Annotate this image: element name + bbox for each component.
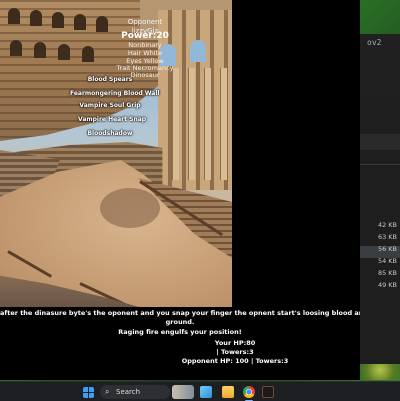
- narration-line: ground.: [165, 318, 195, 326]
- taskbar: ⌕ Search: [0, 381, 400, 401]
- chrome-icon[interactable]: [243, 386, 255, 398]
- ability-fearmongering-blood-wall[interactable]: Fearmongering Blood Wall: [70, 90, 159, 97]
- arena-columns: [170, 68, 232, 180]
- game-icon[interactable]: [262, 386, 274, 398]
- battle-narration: after the dinasure byte's the oponent an…: [0, 309, 360, 337]
- narration-fire-line: Raging fire engulfs your position!: [118, 328, 242, 336]
- arch: [74, 14, 86, 30]
- opponent-stats: Opponent HP: 100 | Towers:3: [181, 357, 289, 365]
- game-window: Opponent lizzyGiz Power:20 Nonbinary Hai…: [0, 0, 360, 380]
- battle-stats: Your HP:80 | Towers:3 Opponent HP: 100 |…: [0, 339, 400, 366]
- arch: [82, 46, 94, 62]
- opponent-attribute: Hair White: [127, 49, 163, 57]
- arch: [58, 44, 70, 60]
- file-size: 54 KB: [377, 257, 397, 265]
- narration-line: after the dinasure byte's the oponent an…: [0, 309, 360, 317]
- arena-floor-shadow: [100, 188, 160, 228]
- opponent-power: Power:20: [121, 31, 169, 41]
- explorer-title-fragment: ov2: [367, 38, 382, 47]
- taskbar-search[interactable]: ⌕ Search: [100, 385, 170, 399]
- ability-bloodshadow[interactable]: Bloodshadow: [80, 130, 140, 137]
- folder-icon[interactable]: [222, 386, 234, 398]
- column: [204, 68, 211, 180]
- arch: [8, 8, 20, 24]
- ability-vampire-heart-snap[interactable]: Vampire Heart Snap: [78, 116, 146, 123]
- file-size: 42 KB: [377, 221, 397, 229]
- ability-vampire-soul-grip[interactable]: Vampire Soul Grip: [78, 102, 142, 109]
- column: [220, 68, 227, 180]
- file-explorer-icon[interactable]: [200, 386, 212, 398]
- file-size: 85 KB: [377, 269, 397, 277]
- arch: [10, 40, 22, 56]
- column: [188, 68, 195, 180]
- your-towers: | Towers:3: [216, 348, 254, 356]
- file-size: 56 KB: [377, 245, 397, 253]
- search-label: Search: [116, 388, 141, 396]
- file-size: 49 KB: [377, 281, 397, 289]
- windows-start-icon[interactable]: [83, 387, 94, 398]
- arch: [52, 12, 64, 28]
- your-hp: Your HP:80: [214, 339, 256, 347]
- file-size: 63 KB: [377, 233, 397, 241]
- column: [172, 68, 179, 180]
- arch: [30, 10, 42, 26]
- search-highlight-image[interactable]: [172, 385, 194, 399]
- ability-blood-spears[interactable]: Blood Spears: [80, 76, 140, 83]
- opponent-attribute: Nonbinary: [128, 41, 162, 49]
- file-size-column: 42 KB 63 KB 56 KB 54 KB 85 KB 49 KB: [371, 220, 397, 292]
- tower-arch: [190, 40, 206, 62]
- arch: [34, 42, 46, 58]
- arch: [96, 16, 108, 32]
- search-icon: ⌕: [105, 387, 110, 396]
